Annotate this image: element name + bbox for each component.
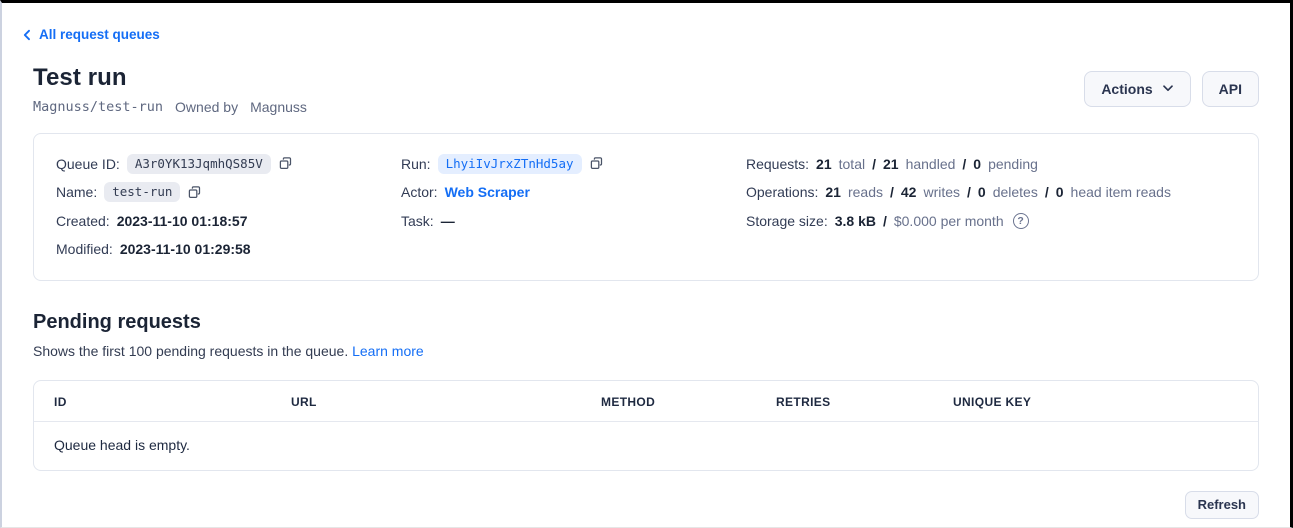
refresh-button[interactable]: Refresh [1185,491,1259,519]
actor-label: Actor: [401,184,438,200]
api-button[interactable]: API [1202,71,1259,107]
column-header-id: ID [34,381,291,421]
created-row: Created: 2023-11-10 01:18:57 [56,211,401,231]
operations-deletes-num: 0 [978,184,986,200]
copy-run-id-icon[interactable] [589,156,604,171]
operations-head-item-reads-unit: head item reads [1071,184,1171,200]
created-value: 2023-11-10 01:18:57 [117,213,248,229]
requests-label: Requests: [746,156,809,172]
queue-id-row: Queue ID: A3r0YK13JqmhQS85V [56,154,401,174]
api-button-label: API [1219,81,1242,97]
run-id-link[interactable]: LhyiIvJrxZTnHd5ay [438,154,582,174]
page-subtitle: Magnuss/test-run Owned by Magnuss [33,99,307,115]
title-block: Test run Magnuss/test-run Owned by Magnu… [33,64,307,115]
pending-requests-table: ID URL METHOD RETRIES UNIQUE KEY Queue h… [33,380,1259,471]
actions-button-label: Actions [1101,81,1152,97]
queue-info-card: Queue ID: A3r0YK13JqmhQS85V Name: test-r… [33,133,1259,281]
storage-size-row: Storage size: 3.8 kB / $0.000 per month … [746,211,1236,231]
queue-id-label: Queue ID: [56,156,120,172]
info-column-stats: Requests: 21 total / 21 handled / 0 pend… [746,154,1236,268]
table-empty-message: Queue head is empty. [34,422,1258,470]
column-header-unique-key: UNIQUE KEY [953,381,1258,421]
separator: / [890,184,894,200]
storage-cost-value: $0.000 per month [894,213,1004,229]
info-column-identity: Queue ID: A3r0YK13JqmhQS85V Name: test-r… [56,154,401,268]
storage-size-label: Storage size: [746,213,828,229]
operations-head-item-reads-num: 0 [1056,184,1064,200]
storage-size-value: 3.8 kB [835,213,876,229]
column-header-url: URL [291,381,601,421]
breadcrumb-all-request-queues[interactable]: All request queues [21,27,160,42]
actor-link[interactable]: Web Scraper [445,184,530,200]
requests-total-unit: total [839,156,865,172]
pending-requests-title: Pending requests [33,311,1259,334]
operations-writes-unit: writes [923,184,960,200]
info-column-origin: Run: LhyiIvJrxZTnHd5ay Actor: Web Scrape… [401,154,746,268]
modified-row: Modified: 2023-11-10 01:29:58 [56,239,401,259]
column-header-method: METHOD [601,381,776,421]
help-icon[interactable]: ? [1013,213,1029,229]
created-label: Created: [56,213,110,229]
page-title: Test run [33,64,307,92]
description-text: Shows the first 100 pending requests in … [33,343,348,359]
requests-total-num: 21 [816,156,832,172]
name-row: Name: test-run [56,182,401,202]
task-value: — [441,213,455,229]
chevron-left-icon [21,29,33,41]
run-label: Run: [401,156,431,172]
task-row: Task: — [401,211,746,231]
owned-by-label: Owned by [175,99,238,115]
pending-requests-description: Shows the first 100 pending requests in … [33,343,1259,359]
copy-name-icon[interactable] [187,185,202,200]
requests-handled-num: 21 [883,156,899,172]
owner-name: Magnuss [250,99,307,115]
operations-row: Operations: 21 reads / 42 writes / 0 del… [746,182,1236,202]
breadcrumb-label: All request queues [39,27,160,42]
requests-handled-unit: handled [906,156,956,172]
table-header-row: ID URL METHOD RETRIES UNIQUE KEY [34,381,1258,422]
modified-label: Modified: [56,241,113,257]
page-header: Test run Magnuss/test-run Owned by Magnu… [33,64,1259,115]
operations-reads-unit: reads [848,184,883,200]
separator: / [967,184,971,200]
operations-deletes-unit: deletes [993,184,1038,200]
requests-pending-num: 0 [973,156,981,172]
separator: / [872,156,876,172]
queue-path: Magnuss/test-run [33,99,163,115]
name-value: test-run [104,182,180,202]
operations-label: Operations: [746,184,818,200]
chevron-down-icon [1162,81,1174,97]
table-footer: Refresh [33,491,1259,519]
copy-queue-id-icon[interactable] [278,156,293,171]
separator: / [962,156,966,172]
header-buttons: Actions API [1084,71,1259,107]
operations-writes-num: 42 [901,184,917,200]
actions-button[interactable]: Actions [1084,71,1190,107]
column-header-retries: RETRIES [776,381,953,421]
queue-id-value: A3r0YK13JqmhQS85V [127,154,271,174]
task-label: Task: [401,213,434,229]
modified-value: 2023-11-10 01:29:58 [120,241,251,257]
learn-more-link[interactable]: Learn more [352,343,424,359]
requests-row: Requests: 21 total / 21 handled / 0 pend… [746,154,1236,174]
separator: / [1045,184,1049,200]
name-label: Name: [56,184,97,200]
run-row: Run: LhyiIvJrxZTnHd5ay [401,154,746,174]
requests-pending-unit: pending [988,156,1038,172]
operations-reads-num: 21 [825,184,841,200]
separator: / [883,213,887,229]
actor-row: Actor: Web Scraper [401,182,746,202]
request-queue-page: All request queues Test run Magnuss/test… [0,0,1293,528]
